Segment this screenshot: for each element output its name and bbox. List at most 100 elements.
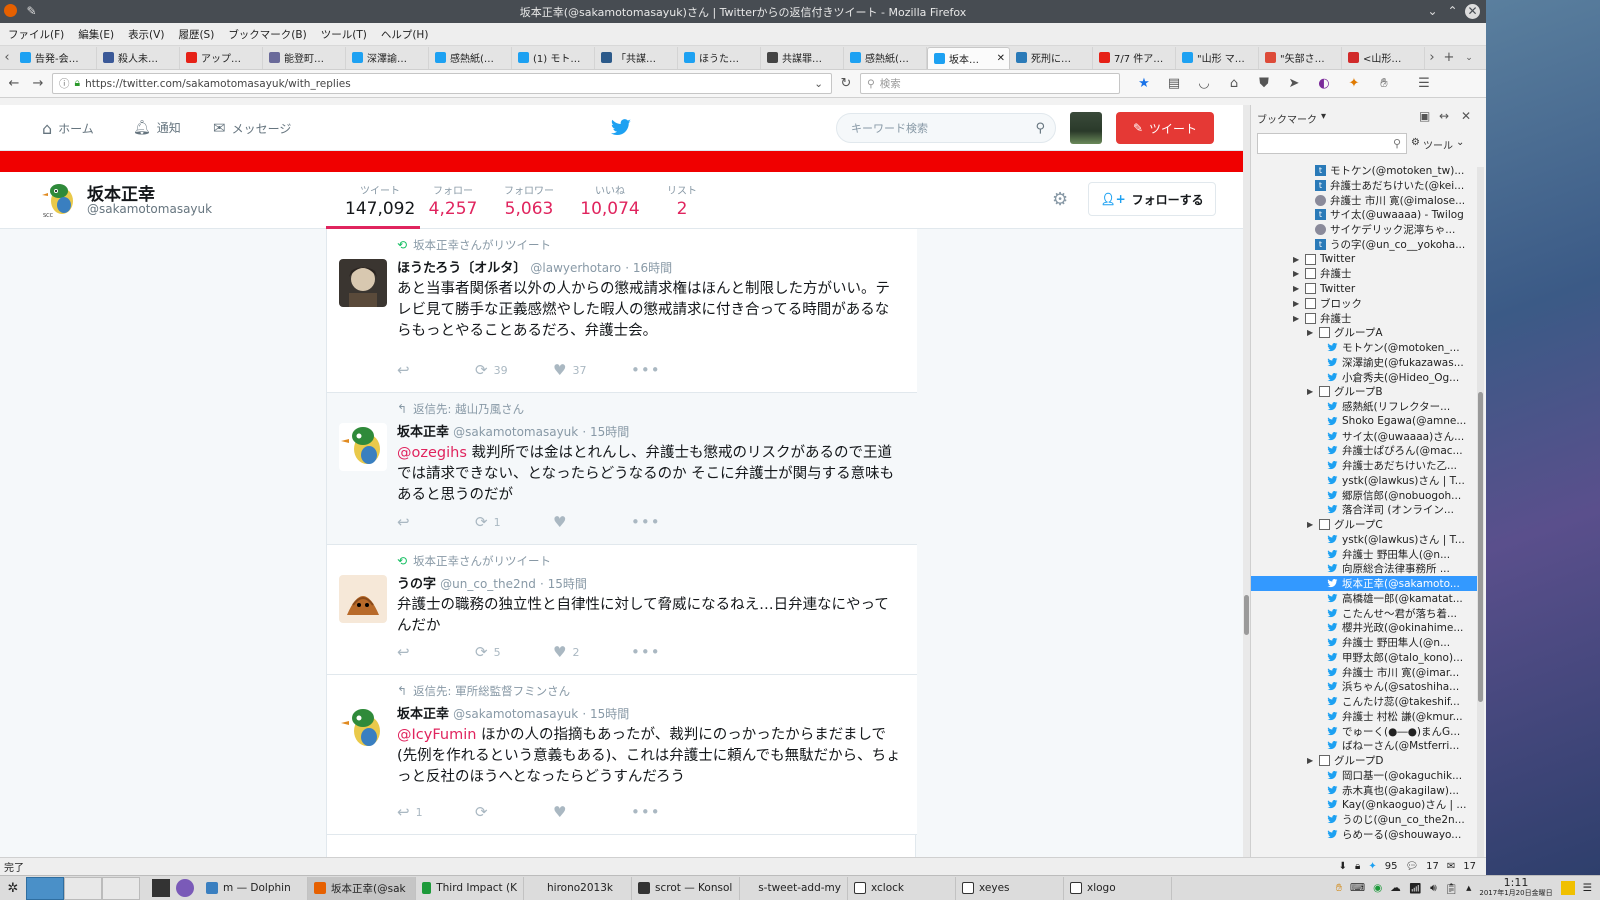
task-1[interactable]: 坂本正幸(@sak	[308, 876, 416, 900]
extension-icon[interactable]: ◐	[1314, 74, 1334, 94]
cloud-icon[interactable]: ☁	[1390, 882, 1401, 894]
desktop-pager-2[interactable]	[64, 876, 102, 900]
tweet-avatar[interactable]	[339, 259, 387, 307]
task-2[interactable]: Third Impact (K	[416, 876, 524, 900]
bookmark-item[interactable]: t 弁護士あだちけいた(@kei...	[1315, 178, 1473, 193]
reply-action[interactable]: ↩	[397, 361, 475, 379]
expand-arrow-icon[interactable]: ▶	[1293, 314, 1301, 323]
close-icon[interactable]: ✕	[1465, 4, 1480, 19]
reading-list-icon[interactable]: ▤	[1164, 74, 1184, 94]
menu-item-4[interactable]: ブックマーク(B)	[228, 27, 306, 42]
bookmark-item[interactable]: t うの字(@un_co__yokoha...	[1315, 237, 1473, 252]
tab-15[interactable]: "矢部さ…	[1259, 46, 1342, 69]
bookmark-item[interactable]: 弁護士 市川 寛(@imalose...	[1315, 193, 1473, 208]
notes-icon[interactable]	[1560, 881, 1575, 895]
bookmark-item[interactable]: モトケン(@motoken_...	[1327, 340, 1473, 355]
bookmark-folder[interactable]: ▶ Twitter	[1293, 252, 1473, 267]
maximize-icon[interactable]: ⌃	[1445, 4, 1460, 19]
bookmark-item[interactable]: でゅーく(●―●)まんG...	[1327, 724, 1473, 739]
bookmark-item[interactable]: t サイ太(@uwaaaa) - Twilog	[1315, 207, 1473, 222]
mail-icon[interactable]: ✉	[1447, 861, 1455, 872]
tweet-author-name[interactable]: 坂本正幸	[397, 425, 449, 440]
nav-home[interactable]: ⌂ ホーム	[42, 119, 94, 138]
retweet-action[interactable]: ⟳	[475, 803, 553, 821]
bookmark-item[interactable]: 落合洋司 (オンライン...	[1327, 502, 1473, 517]
bookmark-folder[interactable]: ▶ グループC	[1307, 517, 1473, 532]
tweet-mention[interactable]: @ozegihs	[397, 445, 467, 461]
sidebar-scrollbar[interactable]	[1477, 167, 1484, 857]
like-action[interactable]: ♥	[553, 803, 631, 821]
bookmark-item[interactable]: 弁護士ぱぴろん(@mac...	[1327, 443, 1473, 458]
task-4[interactable]: scrot — Konsol	[632, 876, 740, 900]
bookmark-item[interactable]: こんたけ蕊(@takeshif...	[1327, 694, 1473, 709]
volume-icon[interactable]: 🔊︎	[1430, 882, 1437, 895]
bookmark-item[interactable]: Shoko Egawa(@amne...	[1327, 414, 1473, 429]
tab-6[interactable]: (1) モト…	[512, 46, 595, 69]
tweet-context[interactable]: ↰ 返信先: 越山乃風さん	[397, 401, 524, 417]
bookmark-item[interactable]: 岡口基一(@okaguchik...	[1327, 768, 1473, 783]
stat-1[interactable]: フォロー 4,257	[418, 182, 488, 219]
tweet-context[interactable]: ⟲ 坂本正幸さんがリツイート	[397, 553, 551, 569]
tray-app-icon[interactable]: ✋︎	[1336, 882, 1342, 895]
bookmark-folder[interactable]: ▶ グループA	[1307, 325, 1473, 340]
tweet-button[interactable]: ✎ ツイート	[1116, 112, 1214, 144]
bookmark-folder[interactable]: ▶ Twitter	[1293, 281, 1473, 296]
bookmark-folder[interactable]: ▶ グループD	[1307, 753, 1473, 768]
menu-item-0[interactable]: ファイル(F)	[8, 27, 64, 42]
tab-close-icon[interactable]: ✕	[997, 53, 1005, 64]
terminal-launcher-icon[interactable]	[152, 879, 170, 897]
send-icon[interactable]: ➤	[1284, 74, 1304, 94]
task-8[interactable]: xlogo	[1064, 876, 1172, 900]
keyboard-icon[interactable]: ⌨	[1350, 882, 1365, 894]
twitter-search-input[interactable]: キーワード検索 ⚲	[836, 113, 1056, 143]
collapse-arrow-icon[interactable]: ▶	[1293, 299, 1301, 308]
bookmark-item[interactable]: うのじ(@un_co_the2n...	[1327, 812, 1473, 827]
menu-item-1[interactable]: 編集(E)	[78, 27, 114, 42]
bookmark-item[interactable]: 弁護士 村松 謙(@kmur...	[1327, 709, 1473, 724]
collapse-arrow-icon[interactable]: ▶	[1293, 255, 1301, 264]
bookmark-item[interactable]: ystk(@lawkus)さん | T...	[1327, 532, 1473, 547]
task-5[interactable]: s-tweet-add-my	[740, 876, 848, 900]
more-action[interactable]: •••	[631, 803, 709, 821]
shield-icon[interactable]: ⛊	[1254, 74, 1274, 94]
tab-5[interactable]: 感熱紙(…	[429, 46, 512, 69]
collapse-arrow-icon[interactable]: ▶	[1307, 387, 1315, 396]
bookmark-folder[interactable]: ▶ 弁護士	[1293, 311, 1473, 326]
sidebar-header[interactable]: ブックマーク ▾	[1257, 111, 1326, 126]
tab-1[interactable]: 殺人未…	[97, 46, 180, 69]
bookmark-folder[interactable]: ▶ グループB	[1307, 384, 1473, 399]
tweet-avatar[interactable]	[339, 575, 387, 623]
bookmark-item[interactable]: サイケデリック泥濘ちゃ...	[1315, 222, 1473, 237]
tab-scroll-left-icon[interactable]: ‹	[0, 48, 14, 68]
twitter-status-icon[interactable]: ✦	[1368, 861, 1376, 872]
sidebar-tools-button[interactable]: ⚙ ツール ⌄	[1411, 137, 1464, 152]
forward-icon[interactable]: →	[28, 74, 48, 94]
stat-3[interactable]: いいね 10,074	[575, 182, 645, 219]
wifi-icon[interactable]: 📶︎	[1409, 882, 1422, 895]
bookmark-item[interactable]: 浜ちゃん(@satoshiha...	[1327, 679, 1473, 694]
menu-item-6[interactable]: ヘルプ(H)	[381, 27, 429, 42]
tab-3[interactable]: 能登町…	[263, 46, 346, 69]
bookmark-item[interactable]: t モトケン(@motoken_tw)...	[1315, 163, 1473, 178]
tweet-avatar[interactable]	[339, 705, 387, 753]
tab-2[interactable]: アップ…	[180, 46, 263, 69]
collapse-arrow-icon[interactable]: ▶	[1307, 328, 1315, 337]
tweet-time[interactable]: · 15時間	[540, 577, 587, 591]
tab-13[interactable]: 7/7 件ア…	[1093, 46, 1176, 69]
tweet[interactable]: ↰ 返信先: 軍所総監督フミンさん 坂本正幸 @sakamotomasayuk · …	[327, 675, 917, 835]
bookmark-item[interactable]: サイ太(@uwaaaa)さん...	[1327, 429, 1473, 444]
pin-icon[interactable]: ✎	[24, 4, 39, 19]
tab-list-icon[interactable]: ⌄	[1459, 48, 1479, 68]
settings-gear-icon[interactable]: ⚙	[1052, 189, 1068, 210]
sidebar-swap-icon[interactable]: ↔	[1439, 109, 1449, 123]
tweet-context[interactable]: ⟲ 坂本正幸さんがリツイート	[397, 237, 551, 253]
bookmark-item[interactable]: 坂本正幸(@sakamoto...	[1251, 576, 1477, 591]
bookmark-item[interactable]: 甲野太郎(@talo_kono)...	[1327, 650, 1473, 665]
retweet-action[interactable]: ⟳ 39	[475, 361, 553, 379]
bookmark-star-icon[interactable]: ★	[1134, 74, 1154, 94]
minimize-icon[interactable]: ⌄	[1425, 4, 1440, 19]
chat-icon[interactable]: 💬︎	[1405, 861, 1418, 872]
menu-item-3[interactable]: 履歴(S)	[178, 27, 214, 42]
reply-action[interactable]: ↩	[397, 513, 475, 531]
user-avatar[interactable]	[1070, 112, 1102, 144]
